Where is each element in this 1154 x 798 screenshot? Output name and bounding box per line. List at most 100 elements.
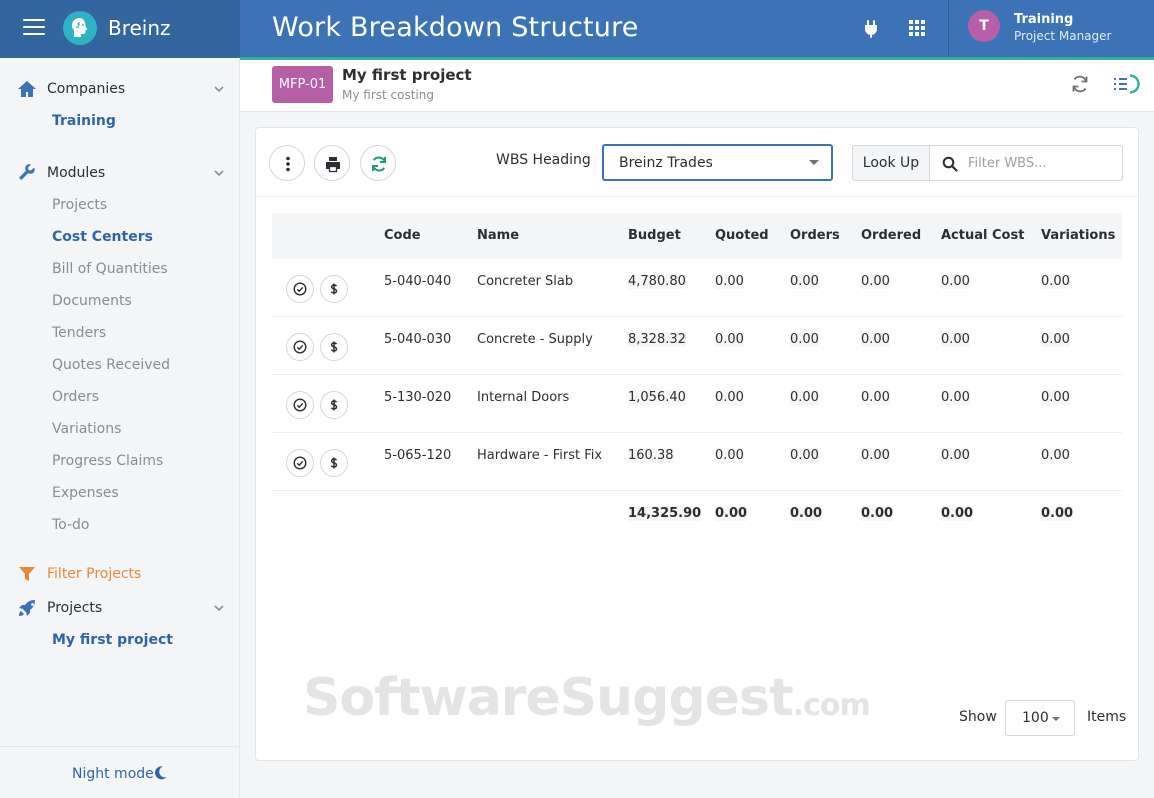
wbs-heading-select[interactable]: Breinz Trades bbox=[602, 144, 833, 181]
plug-icon[interactable] bbox=[860, 17, 882, 39]
more-options-button[interactable] bbox=[269, 145, 305, 181]
sidebar-item-cost-centers[interactable]: Cost Centers bbox=[52, 229, 153, 245]
approve-button[interactable] bbox=[286, 449, 314, 477]
watermark: SoftwareSuggest.com bbox=[303, 668, 871, 728]
cost-button[interactable] bbox=[320, 449, 348, 477]
project-name: My first project bbox=[342, 66, 472, 84]
print-button[interactable] bbox=[314, 145, 350, 181]
cell-actual-cost: 0.00 bbox=[941, 332, 970, 347]
sidebar-group-companies[interactable]: Companies bbox=[0, 77, 240, 101]
sidebar-item-tenders[interactable]: Tenders bbox=[52, 325, 106, 341]
sidebar-item-quotes-received[interactable]: Quotes Received bbox=[52, 357, 170, 373]
brand-name: Breinz bbox=[108, 16, 171, 40]
sync-button[interactable] bbox=[360, 145, 396, 181]
sidebar-item-expenses[interactable]: Expenses bbox=[52, 485, 119, 501]
filter-wbs-field[interactable] bbox=[929, 145, 1123, 181]
cell-actual-cost: 0.00 bbox=[941, 274, 970, 289]
cell-ordered: 0.00 bbox=[861, 274, 890, 289]
sidebar-item-my-first-project[interactable]: My first project bbox=[52, 632, 173, 648]
brand-area: Breinz bbox=[0, 0, 240, 58]
check-circle-icon bbox=[293, 340, 307, 354]
column-header-orders[interactable]: Orders bbox=[790, 228, 840, 243]
cell-ordered: 0.00 bbox=[861, 332, 890, 347]
cost-button[interactable] bbox=[320, 333, 348, 361]
dollar-icon bbox=[330, 283, 338, 295]
cost-button[interactable] bbox=[320, 275, 348, 303]
home-icon bbox=[18, 81, 36, 97]
sidebar-item-projects[interactable]: Projects bbox=[52, 197, 107, 213]
page-size-select[interactable]: 100 bbox=[1005, 700, 1075, 736]
cell-ordered: 0.00 bbox=[861, 390, 890, 405]
brain-logo-icon bbox=[63, 11, 97, 45]
sidebar-item-bill-of-quantities[interactable]: Bill of Quantities bbox=[52, 261, 168, 277]
user-role: Project Manager bbox=[1014, 29, 1112, 43]
table-header: Code Name Budget Quoted Orders Ordered A… bbox=[272, 213, 1122, 259]
cell-orders: 0.00 bbox=[790, 332, 819, 347]
column-header-code[interactable]: Code bbox=[384, 228, 421, 243]
cell-ordered: 0.00 bbox=[861, 448, 890, 463]
cell-orders: 0.00 bbox=[790, 390, 819, 405]
sidebar-item-variations[interactable]: Variations bbox=[52, 421, 121, 437]
dollar-icon bbox=[330, 341, 338, 353]
cell-budget: 4,780.80 bbox=[628, 274, 686, 289]
apps-grid-icon[interactable] bbox=[906, 17, 928, 39]
cell-orders: 0.00 bbox=[790, 274, 819, 289]
filter-wbs-input[interactable] bbox=[968, 153, 1118, 173]
table-totals-row: 14,325.90 0.00 0.00 0.00 0.00 0.00 bbox=[272, 491, 1122, 537]
top-bar: Breinz Work Breakdown Structure T Traini… bbox=[0, 0, 1154, 58]
project-code-badge: MFP-01 bbox=[272, 66, 333, 103]
cost-button[interactable] bbox=[320, 391, 348, 419]
table-row: 5-130-020 Internal Doors 1,056.40 0.00 0… bbox=[272, 375, 1122, 433]
user-separator bbox=[948, 0, 949, 58]
page-size-value: 100 bbox=[1022, 710, 1049, 726]
approve-button[interactable] bbox=[286, 275, 314, 303]
check-circle-icon bbox=[293, 456, 307, 470]
column-header-budget[interactable]: Budget bbox=[628, 228, 681, 243]
watermark-main: SoftwareSuggest bbox=[303, 668, 794, 728]
column-header-actual-cost[interactable]: Actual Cost bbox=[941, 228, 1024, 243]
caret-down-icon bbox=[809, 160, 819, 165]
card-toolbar: WBS Heading Breinz Trades Look Up bbox=[256, 128, 1138, 197]
dollar-icon bbox=[330, 399, 338, 411]
sidebar-group-label: Companies bbox=[47, 81, 126, 97]
approve-button[interactable] bbox=[286, 391, 314, 419]
cell-code: 5-130-020 bbox=[384, 390, 452, 405]
cell-variations: 0.00 bbox=[1041, 390, 1070, 405]
sidebar-item-progress-claims[interactable]: Progress Claims bbox=[52, 453, 163, 469]
approve-button[interactable] bbox=[286, 333, 314, 361]
sidebar-group-projects[interactable]: Projects bbox=[0, 596, 240, 620]
sidebar-item-orders[interactable]: Orders bbox=[52, 389, 99, 405]
avatar[interactable]: T bbox=[968, 10, 1000, 42]
sidebar-item-training[interactable]: Training bbox=[52, 113, 116, 129]
sidebar-item-to-do[interactable]: To-do bbox=[52, 517, 90, 533]
column-header-ordered[interactable]: Ordered bbox=[861, 228, 921, 243]
wbs-heading-label: WBS Heading bbox=[496, 152, 591, 168]
sidebar-footer: Night mode bbox=[0, 746, 239, 798]
total-variations: 0.00 bbox=[1041, 506, 1074, 521]
cell-budget: 1,056.40 bbox=[628, 390, 686, 405]
cell-code: 5-040-030 bbox=[384, 332, 452, 347]
cell-actual-cost: 0.00 bbox=[941, 448, 970, 463]
list-progress-icon[interactable] bbox=[1112, 73, 1140, 95]
sidebar: Companies Training Modules Projects Cost… bbox=[0, 58, 240, 798]
cell-actual-cost: 0.00 bbox=[941, 390, 970, 405]
user-name[interactable]: Training bbox=[1014, 12, 1073, 27]
column-header-variations[interactable]: Variations bbox=[1041, 228, 1115, 243]
sidebar-filter-projects[interactable]: Filter Projects bbox=[0, 562, 240, 586]
watermark-suffix: .com bbox=[792, 688, 871, 723]
night-mode-toggle[interactable]: Night mode bbox=[72, 766, 154, 782]
column-header-quoted[interactable]: Quoted bbox=[715, 228, 769, 243]
column-header-name[interactable]: Name bbox=[477, 228, 519, 243]
hamburger-icon[interactable] bbox=[23, 19, 45, 37]
sidebar-group-modules[interactable]: Modules bbox=[0, 161, 240, 185]
items-label: Items bbox=[1087, 709, 1127, 725]
look-up-button[interactable]: Look Up bbox=[852, 145, 930, 181]
cell-quoted: 0.00 bbox=[715, 390, 744, 405]
project-subtitle: My first costing bbox=[342, 88, 434, 102]
sidebar-item-documents[interactable]: Documents bbox=[52, 293, 132, 309]
total-actual-cost: 0.00 bbox=[941, 506, 974, 521]
cell-name: Internal Doors bbox=[477, 390, 570, 405]
refresh-icon[interactable] bbox=[1069, 73, 1091, 95]
moon-icon[interactable] bbox=[152, 765, 168, 781]
show-label: Show bbox=[959, 709, 997, 725]
